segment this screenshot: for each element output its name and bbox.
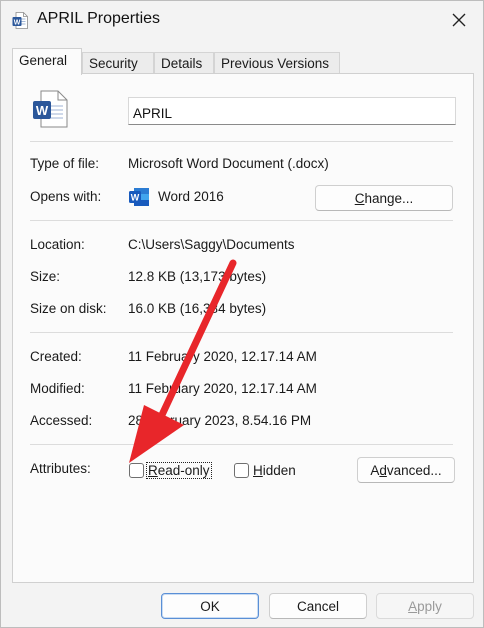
close-button[interactable] bbox=[445, 7, 473, 33]
location-value: C:\Users\Saggy\Documents bbox=[128, 237, 295, 252]
read-only-text: ead-only bbox=[157, 463, 210, 478]
tab-general[interactable]: General bbox=[12, 48, 82, 75]
created-label: Created: bbox=[30, 349, 82, 364]
created-value: 11 February 2020, 12.17.14 AM bbox=[128, 349, 317, 364]
accessed-value: 28 February 2023, 8.54.16 PM bbox=[128, 413, 312, 428]
window-title: APRIL Properties bbox=[37, 10, 161, 27]
ok-label: OK bbox=[200, 598, 220, 614]
word-document-large-icon: W bbox=[33, 90, 68, 128]
divider bbox=[30, 141, 453, 142]
read-only-mnemonic: R bbox=[148, 463, 158, 478]
divider bbox=[30, 444, 453, 445]
hidden-checkbox[interactable] bbox=[234, 463, 249, 478]
tab-details[interactable]: Details bbox=[154, 52, 214, 74]
advanced-mnemonic: d bbox=[379, 462, 387, 478]
opens-with-value: Word 2016 bbox=[158, 189, 224, 204]
attributes-label: Attributes: bbox=[30, 461, 91, 476]
apply-label: pply bbox=[417, 598, 442, 614]
svg-text:W: W bbox=[36, 103, 49, 118]
general-tab-panel bbox=[12, 73, 474, 583]
hidden-text: idden bbox=[262, 463, 296, 478]
type-of-file-value: Microsoft Word Document (.docx) bbox=[128, 156, 329, 171]
change-mnemonic: C bbox=[354, 190, 365, 206]
opens-with-label: Opens with: bbox=[30, 189, 102, 204]
word-document-icon: W bbox=[12, 12, 28, 29]
modified-value: 11 February 2020, 12.17.14 AM bbox=[128, 381, 317, 396]
change-button[interactable]: Change... bbox=[315, 185, 453, 211]
size-label: Size: bbox=[30, 269, 61, 284]
modified-label: Modified: bbox=[30, 381, 85, 396]
hidden-label[interactable]: Hidden bbox=[253, 463, 296, 478]
tab-previous-versions[interactable]: Previous Versions bbox=[214, 52, 340, 74]
title-bar: W APRIL Properties bbox=[1, 1, 483, 39]
size-on-disk-label: Size on disk: bbox=[30, 301, 107, 316]
apply-mnemonic: A bbox=[408, 598, 418, 614]
ok-button[interactable]: OK bbox=[161, 593, 259, 619]
svg-text:W: W bbox=[131, 193, 140, 203]
divider bbox=[30, 220, 453, 221]
size-on-disk-value: 16.0 KB (16,384 bytes) bbox=[128, 301, 267, 316]
properties-dialog: W APRIL Properties General Security Deta… bbox=[0, 0, 484, 628]
advanced-text-a: A bbox=[370, 462, 380, 478]
accessed-label: Accessed: bbox=[30, 413, 93, 428]
read-only-label[interactable]: Read-only bbox=[146, 462, 212, 479]
tab-security[interactable]: Security bbox=[82, 52, 154, 74]
file-name-input[interactable] bbox=[128, 97, 456, 125]
advanced-text-b: vanced... bbox=[386, 462, 442, 478]
close-icon bbox=[452, 13, 466, 27]
apply-button[interactable]: Apply bbox=[376, 593, 474, 619]
svg-text:W: W bbox=[14, 19, 21, 26]
location-label: Location: bbox=[30, 237, 85, 252]
cancel-label: Cancel bbox=[296, 598, 340, 614]
change-label: hange... bbox=[364, 190, 414, 206]
divider bbox=[30, 332, 453, 333]
size-value: 12.8 KB (13,173 bytes) bbox=[128, 269, 267, 284]
type-of-file-label: Type of file: bbox=[30, 156, 100, 171]
hidden-mnemonic: H bbox=[253, 463, 263, 478]
cancel-button[interactable]: Cancel bbox=[269, 593, 367, 619]
advanced-button[interactable]: Ad vanced... bbox=[357, 457, 455, 483]
read-only-checkbox[interactable] bbox=[129, 463, 144, 478]
word-app-icon: W bbox=[129, 188, 149, 206]
